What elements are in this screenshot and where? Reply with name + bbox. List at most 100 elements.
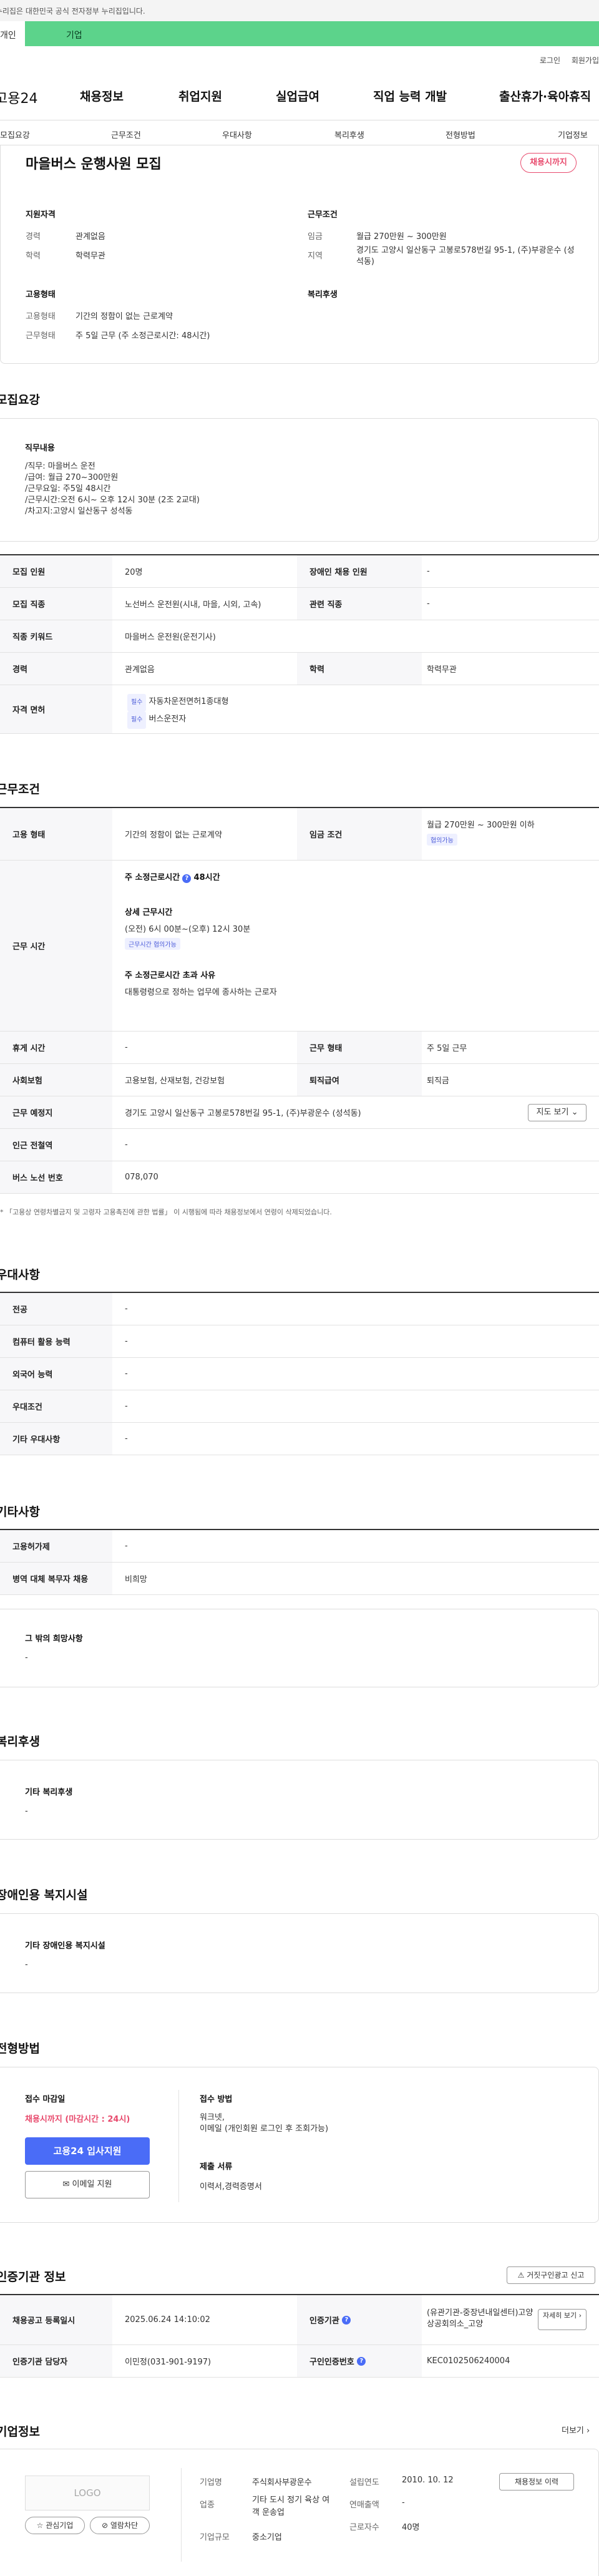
- cell-value: 기간의 정함이 없는 근로계약: [125, 831, 222, 840]
- cert-org-value: (유관기관-중장년내일센터)고양상공회의소_고양: [427, 2308, 533, 2329]
- false-ad-report-button[interactable]: ⚠ 거짓구인광고 신고: [507, 2266, 595, 2284]
- other-wishes-value: -: [25, 1653, 28, 1662]
- info-icon[interactable]: ?: [182, 874, 192, 883]
- tab-personal[interactable]: 개인: [0, 21, 25, 46]
- selection-card: 접수 마감일 채용시까지 (마감시간 : 24시) 고용24 입사지원 ✉ 이메…: [0, 2067, 599, 2223]
- table-row: 컴퓨터 활용 능력 -: [0, 1325, 599, 1358]
- cell-label: 인증기관 담당자: [0, 2345, 112, 2377]
- cell-label: 버스 노선 번호: [0, 1161, 112, 1193]
- cell-label: 모집 인원: [0, 555, 112, 587]
- company-name-label: 기업명: [200, 2478, 222, 2487]
- company-more-link[interactable]: 더보기 ›: [562, 2424, 590, 2436]
- map-button[interactable]: 지도 보기 ⌄: [528, 1104, 587, 1121]
- recruit-heading: 모집요강: [0, 393, 40, 407]
- conditions-table: 고용 형태 기간의 정함이 없는 근로계약 임금 조건 월급 270만원 ~ 3…: [0, 807, 599, 1194]
- cell-value: -: [125, 1402, 128, 1411]
- table-row: 우대조건 -: [0, 1390, 599, 1423]
- interest-label: 관심기업: [46, 2521, 74, 2530]
- table-row: 인증기관 담당자 이민정(031-901-9197) 구인인증번호 ? KEC0…: [0, 2345, 599, 2378]
- cell-value: -: [125, 1043, 128, 1052]
- gov-banner-text: 이 누리집은 대한민국 공식 전자정부 누리집입니다.: [0, 7, 145, 16]
- cell-value: 관계없음: [125, 665, 155, 675]
- disability-title: 기타 장애인용 복지시설: [25, 1941, 105, 1951]
- nav-unemployment-benefit[interactable]: 실업급여: [276, 87, 319, 104]
- email-apply-label: 이메일 지원: [72, 2180, 112, 2189]
- block-company-button[interactable]: ⊘ 열람차단: [90, 2517, 150, 2534]
- cell-value: -: [125, 1337, 128, 1346]
- nav-training[interactable]: 직업 능력 개발: [373, 87, 447, 104]
- tab-company[interactable]: 기업: [25, 21, 599, 46]
- table-row: 모집 인원 20명 장애인 채용 인원 -: [0, 555, 599, 588]
- career-label: 경력: [26, 232, 41, 242]
- section-tab-recruit[interactable]: 모집요강: [0, 129, 30, 140]
- interest-company-button[interactable]: ☆ 관심기업: [25, 2517, 85, 2534]
- org-detail-label: 자세히 보기: [542, 2311, 577, 2320]
- main-nav: 고용24 채용정보 취업지원 실업급여 직업 능력 개발 출산휴가·육아휴직: [0, 87, 599, 110]
- nav-employment-support[interactable]: 취업지원: [178, 87, 222, 104]
- section-tab-company[interactable]: 기업정보: [558, 129, 588, 140]
- table-row: 채용공고 등록일시 2025.06.24 14:10:02 인증기관 ? (유관…: [0, 2295, 599, 2345]
- nav-jobs[interactable]: 채용정보: [80, 87, 124, 104]
- info-icon[interactable]: ?: [342, 2315, 351, 2325]
- section-tab-selection[interactable]: 전형방법: [446, 129, 475, 140]
- user-type-tabs: 개인 기업: [0, 21, 599, 46]
- weekly-hours-title: 주 소정근로시간: [125, 873, 180, 882]
- signup-link[interactable]: 회원가입: [572, 56, 599, 65]
- login-link[interactable]: 로그인: [540, 56, 560, 65]
- gov-banner: 이 누리집은 대한민국 공식 전자정부 누리집입니다.: [0, 0, 599, 21]
- staff-label: 근로자수: [349, 2523, 379, 2532]
- cell-label: 직종 키워드: [0, 620, 112, 652]
- cell-label: 학력: [297, 653, 422, 685]
- cell-label: 사회보험: [0, 1064, 112, 1096]
- apply-button[interactable]: 고용24 입사지원: [25, 2137, 150, 2165]
- section-tab-preferences[interactable]: 우대사항: [222, 129, 252, 140]
- email-apply-button[interactable]: ✉ 이메일 지원: [25, 2171, 150, 2198]
- cell-label: 인근 전철역: [0, 1129, 112, 1161]
- etc-table: 고용허가제 - 병역 대체 복무자 채용 비희망: [0, 1529, 599, 1595]
- table-row: 근무 예정지 경기도 고양시 일산동구 고봉로578번길 95-1, (주)부광…: [0, 1096, 599, 1129]
- welfare-card: 기타 복리후생 -: [0, 1760, 599, 1840]
- site-logo[interactable]: 고용24: [0, 87, 37, 107]
- wage-value: 월급 270만원 ~ 300만원: [356, 232, 447, 242]
- employment-type-value: 기간의 정함이 없는 근로계약: [75, 312, 173, 321]
- education-label: 학력: [26, 251, 41, 261]
- cell-value: 이민정(031-901-9197): [125, 2358, 212, 2367]
- cell-value: 퇴직금: [427, 1076, 449, 1086]
- preferences-heading: 우대사항: [0, 1268, 40, 1282]
- info-icon[interactable]: ?: [357, 2356, 366, 2366]
- cell-value: 마을버스 운전원(운전기사): [125, 633, 216, 642]
- cell-label: 고용 형태: [0, 808, 112, 860]
- table-row: 전공 -: [0, 1293, 599, 1325]
- duty-text: /직무: 마을버스 운전 /급여: 월급 270~300만원 /근무요일: 주5…: [25, 462, 200, 516]
- preferences-table: 전공 - 컴퓨터 활용 능력 - 외국어 능력 - 우대조건 - 기타 우대사항 -: [0, 1292, 599, 1455]
- cell-label: 자격 면허: [0, 685, 112, 733]
- nav-leave[interactable]: 출산휴가·육아휴직: [499, 87, 591, 104]
- wage-label: 임금: [308, 232, 323, 242]
- employment-heading: 고용형태: [26, 290, 56, 300]
- area-label: 지역: [308, 251, 323, 261]
- work-type-value: 주 5일 근무 (주 소정근로시간: 48시간): [75, 331, 210, 341]
- cell-value: 고용보험, 산재보험, 건강보험: [125, 1076, 225, 1086]
- cell-label: 외국어 능력: [0, 1358, 112, 1390]
- company-logo-placeholder: LOGO: [25, 2476, 150, 2510]
- employment-type-label: 고용형태: [26, 312, 56, 321]
- cell-label: 퇴직급여: [297, 1064, 422, 1096]
- cell-label: 휴게 시간: [0, 1032, 112, 1063]
- section-tab-welfare[interactable]: 복리후생: [334, 129, 364, 140]
- career-value: 관계없음: [75, 232, 105, 242]
- conditions-heading: 근무조건: [308, 210, 338, 220]
- duty-card: 직무내용 /직무: 마을버스 운전 /급여: 월급 270~300만원 /근무요…: [0, 418, 599, 542]
- cell-label: 근무 형태: [297, 1032, 422, 1063]
- org-detail-button[interactable]: 자세히 보기 ›: [538, 2309, 587, 2330]
- cert-heading: 인증기관 정보: [0, 2270, 66, 2284]
- job-history-button[interactable]: 채용정보 이력: [499, 2473, 574, 2491]
- status-badge: 채용시까지: [520, 153, 577, 173]
- section-tab-conditions[interactable]: 근무조건: [111, 129, 141, 140]
- deadline-value: 채용시까지 (마감시간 : 24시): [25, 2115, 130, 2124]
- job-title: 마을버스 운행사원 모집: [26, 157, 162, 172]
- table-row: 자격 면허 필수 자동차운전면허1종대형 필수 버스운전자: [0, 685, 599, 734]
- wage-value: 월급 270만원 ~ 300만원 이하: [427, 821, 535, 830]
- cell-value: 078,070: [125, 1173, 158, 1182]
- tab-company-label: 기업: [66, 31, 82, 41]
- cell-label: 전공: [0, 1293, 112, 1325]
